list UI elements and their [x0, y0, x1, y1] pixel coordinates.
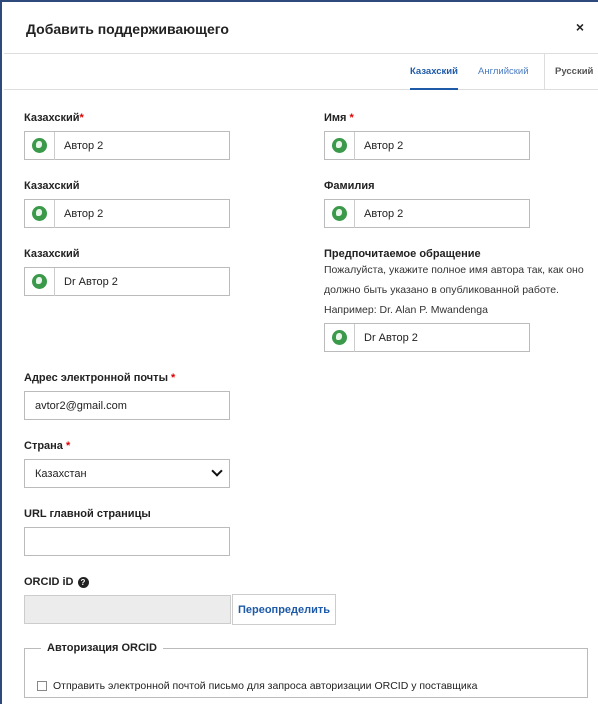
orcid-request-option: Отправить электронной почтой письмо для … [37, 680, 477, 692]
globe-icon [32, 274, 47, 289]
preferred-name-label: Предпочитаемое обращение [324, 248, 481, 260]
preferred-name-input[interactable]: Dr Автор 2 [324, 323, 530, 352]
tab-kazakh[interactable]: Казахский [410, 54, 458, 90]
preferred-name-description: Пожалуйста, укажите полное имя автора та… [324, 264, 584, 316]
given-name-input[interactable]: Автор 2 [324, 131, 530, 160]
field1-label: Казахский* [24, 112, 84, 124]
globe-icon [332, 206, 347, 221]
field2-label: Казахский [24, 180, 80, 192]
homepage-input[interactable] [24, 527, 230, 556]
kazakh-given-name-input[interactable]: Автор 2 [24, 131, 230, 160]
globe-icon [32, 206, 47, 221]
kazakh-preferred-name-input[interactable]: Dr Автор 2 [24, 267, 230, 296]
globe-icon [332, 138, 347, 153]
globe-icon [332, 330, 347, 345]
country-select[interactable]: Казахстан [24, 459, 230, 488]
tab-divider [544, 54, 545, 90]
family-name-input[interactable]: Автор 2 [324, 199, 530, 228]
orcid-input[interactable] [24, 595, 231, 624]
language-tabs: Казахский Английский Русский [4, 54, 598, 90]
dialog-header: Добавить поддерживающего × [4, 4, 598, 54]
help-icon[interactable]: ? [77, 577, 89, 588]
kazakh-family-name-input[interactable]: Автор 2 [24, 199, 230, 228]
orcid-authorization-legend: Авторизация ORCID [47, 642, 157, 654]
tab-english[interactable]: Английский [478, 54, 529, 90]
chevron-down-icon [211, 465, 223, 477]
request-authorization-label: Отправить электронной почтой письмо для … [53, 680, 478, 692]
given-name-label: Имя * [324, 112, 354, 124]
homepage-label: URL главной страницы [24, 508, 151, 520]
request-authorization-checkbox[interactable] [37, 681, 47, 691]
dialog-title: Добавить поддерживающего [26, 20, 229, 37]
close-icon[interactable]: × [576, 19, 584, 35]
email-input[interactable]: avtor2@gmail.com [24, 391, 230, 420]
globe-icon [32, 138, 47, 153]
email-label: Адрес электронной почты * [24, 372, 176, 384]
orcid-authorization-group: Авторизация ORCID Отправить электронной … [24, 642, 588, 698]
tab-russian[interactable]: Русский [555, 54, 593, 90]
family-name-label: Фамилия [324, 180, 375, 192]
override-orcid-button[interactable]: Переопределить [232, 594, 336, 625]
add-contributor-dialog: Добавить поддерживающего × Казахский Анг… [0, 0, 598, 704]
field3-label: Казахский [24, 248, 80, 260]
orcid-label: ORCID iD? [24, 576, 89, 588]
country-label: Страна * [24, 440, 71, 452]
